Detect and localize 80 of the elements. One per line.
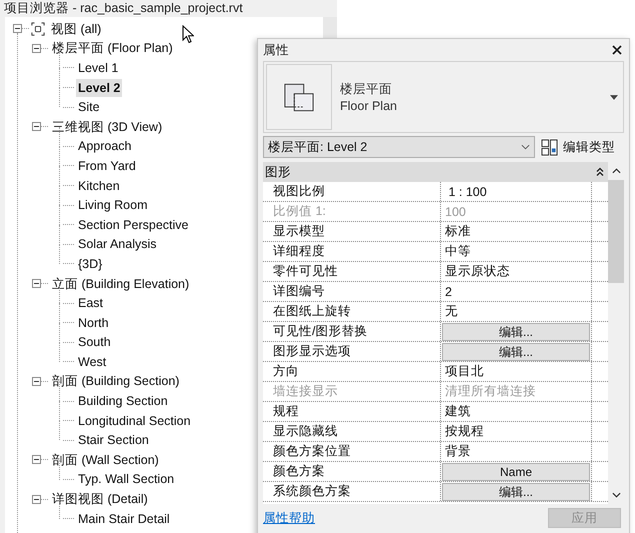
tree-item[interactable]: 三维视图 (3D View): [50, 118, 164, 136]
tree-item[interactable]: Living Room: [76, 196, 150, 214]
property-label: 显示模型: [272, 223, 326, 240]
tree-item[interactable]: {3D}: [76, 254, 104, 273]
collapse-icon[interactable]: [32, 279, 41, 288]
mouse-cursor-icon: [182, 25, 194, 44]
views-icon: [31, 22, 45, 36]
instance-dropdown[interactable]: 楼层平面: Level 2: [263, 136, 535, 158]
property-label: 显示隐藏线: [272, 423, 339, 440]
dropdown-icon: [610, 94, 618, 100]
help-link[interactable]: 属性帮助: [263, 510, 315, 526]
edit-button[interactable]: Name: [442, 462, 590, 480]
property-label: 系统颜色方案: [272, 483, 352, 500]
tree-item[interactable]: Building Section: [76, 392, 170, 410]
property-value[interactable]: 显示原状态: [442, 263, 510, 280]
floor-plan-icon: [283, 82, 315, 112]
collapse-icon[interactable]: [596, 167, 604, 177]
collapse-icon[interactable]: [32, 44, 41, 53]
property-value[interactable]: 背景: [442, 443, 471, 460]
panel-title: 项目浏览器 - rac_basic_sample_project.rvt: [3, 0, 244, 17]
collapse-icon[interactable]: [32, 455, 41, 464]
property-label: 颜色方案: [272, 463, 326, 480]
tree-item[interactable]: Level 1: [76, 58, 120, 77]
property-label: 比例值 1:: [272, 203, 327, 220]
tree-item[interactable]: West: [76, 352, 108, 371]
tree-item[interactable]: Site: [76, 98, 102, 116]
collapse-icon[interactable]: [32, 122, 41, 132]
scrollbar-thumb[interactable]: [608, 180, 624, 283]
tree-item[interactable]: 剖面 (Building Section): [50, 372, 182, 390]
property-label: 图形显示选项: [272, 343, 352, 360]
tree-item[interactable]: East: [76, 294, 106, 312]
tree-item[interactable]: 视图 (all): [49, 20, 104, 38]
property-value[interactable]: 标准: [442, 223, 471, 240]
edit-button[interactable]: 编辑...: [442, 482, 590, 500]
tree-item[interactable]: Main Stair Detail: [76, 510, 172, 528]
scroll-up-icon[interactable]: [612, 168, 620, 174]
chevron-down-icon: [521, 144, 530, 150]
property-label: 视图比例: [272, 183, 326, 200]
tree-item[interactable]: South: [76, 333, 113, 352]
property-label: 详图编号: [272, 283, 326, 300]
panel-title: 属性: [263, 42, 289, 58]
property-label: 详细程度: [272, 243, 326, 260]
tree-item[interactable]: Section Perspective: [76, 216, 190, 234]
property-value[interactable]: 按规程: [442, 423, 484, 440]
tree-item[interactable]: Typ. Wall Section: [76, 470, 176, 488]
property-label: 墙连接显示: [272, 383, 339, 400]
tree-item[interactable]: Longitudinal Section: [76, 412, 193, 430]
property-value[interactable]: 无: [442, 303, 458, 320]
edit-type-icon: [541, 138, 558, 156]
property-label: 在图纸上旋转: [272, 303, 352, 320]
type-name: Floor Plan: [340, 99, 398, 113]
tree-item[interactable]: Stair Section: [76, 431, 151, 450]
close-icon[interactable]: [612, 45, 622, 55]
scroll-down-icon[interactable]: [612, 492, 620, 498]
type-name: 楼层平面: [340, 81, 393, 98]
collapse-icon[interactable]: [32, 376, 41, 386]
edit-button[interactable]: 编辑...: [442, 322, 590, 340]
group-header[interactable]: 图形: [263, 162, 608, 182]
tree-item[interactable]: Solar Analysis: [76, 235, 159, 254]
property-label: 方向: [272, 363, 300, 380]
property-label: 可见性/图形替换: [272, 323, 368, 340]
type-selector[interactable]: 楼层平面 Floor Plan: [263, 61, 624, 133]
edit-button[interactable]: 编辑...: [442, 342, 590, 360]
tree-item[interactable]: North: [76, 314, 111, 332]
tree-item[interactable]: Approach: [76, 137, 134, 156]
property-value[interactable]: 2: [442, 284, 452, 298]
edit-type-button[interactable]: 编辑类型: [541, 138, 615, 156]
collapse-icon[interactable]: [32, 494, 41, 504]
property-label: 规程: [272, 403, 300, 420]
property-value[interactable]: 建筑: [442, 403, 471, 420]
tree-item[interactable]: Level 2: [76, 78, 122, 97]
tree-item[interactable]: 剖面 (Wall Section): [50, 450, 161, 469]
tree-item[interactable]: Kitchen: [76, 176, 122, 195]
property-value[interactable]: 项目北: [442, 363, 484, 380]
property-value[interactable]: 1 : 100: [442, 184, 487, 198]
property-label: 颜色方案位置: [272, 443, 352, 460]
collapse-icon[interactable]: [13, 24, 22, 34]
property-label: 零件可见性: [272, 263, 339, 280]
tree-item[interactable]: From Yard: [76, 156, 138, 175]
property-value[interactable]: 中等: [442, 243, 471, 260]
